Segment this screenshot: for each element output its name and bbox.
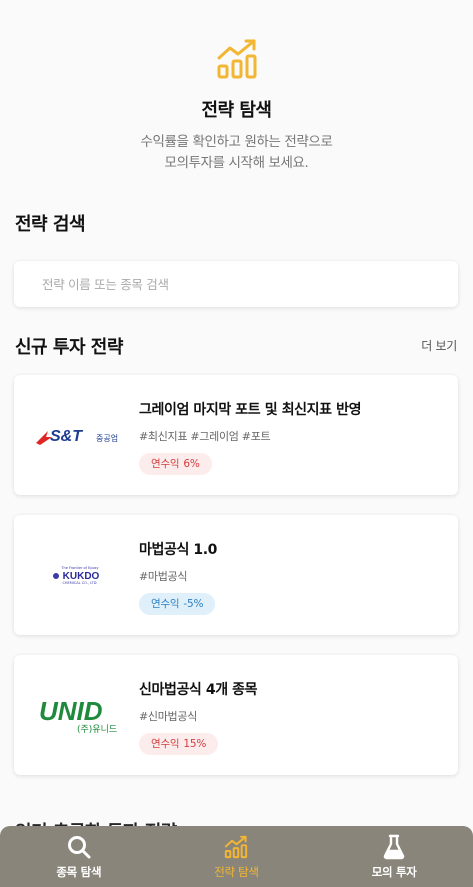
company-logo: The Frontier of Epoxy KUKDO CHEMICAL CO.… — [32, 545, 128, 605]
svg-text:CHEMICAL CO., LTD.: CHEMICAL CO., LTD. — [62, 581, 97, 585]
svg-text:UNID: UNID — [39, 696, 103, 726]
svg-text:The Frontier of Epoxy: The Frontier of Epoxy — [60, 566, 98, 570]
kukdo-logo-image: The Frontier of Epoxy KUKDO CHEMICAL CO.… — [53, 566, 100, 585]
page-title: 전략 탐색 — [201, 100, 272, 121]
chart-growth-icon — [217, 39, 256, 79]
nav-item-mock-invest[interactable]: 모의 투자 — [324, 834, 464, 880]
company-logo: UNID (주)유니드 — [32, 685, 128, 745]
page-subtitle: 수익률을 확인하고 원하는 전략으로 모의투자를 시작해 보세요. — [140, 134, 333, 171]
nav-item-strategy-search[interactable]: 전략 탐색 — [166, 834, 306, 880]
svg-text:S&T: S&T — [50, 428, 83, 445]
company-logo: S&T 중공업 — [32, 405, 128, 465]
strategy-card[interactable]: UNID (주)유니드 신마법공식 4개 종목 #신마법공식 연수익 15% — [14, 655, 458, 775]
flask-icon — [383, 834, 405, 859]
return-badge: 연수익 15% — [139, 733, 219, 755]
nav-label: 모의 투자 — [371, 864, 417, 879]
strategy-card-body: 마법공식 1.0 #마법공식 연수익 -5% — [139, 539, 217, 615]
return-badge: 연수익 6% — [139, 453, 212, 475]
strategy-tags: #최신지표 #그레이엄 #포트 — [139, 430, 271, 443]
strategy-name: 그레이엄 마지막 포트 및 최신지표 반영 — [139, 402, 362, 418]
strategy-card-body: 그레이엄 마지막 포트 및 최신지표 반영 #최신지표 #그레이엄 #포트 연수… — [139, 399, 361, 475]
strategy-name: 마법공식 1.0 — [139, 542, 217, 558]
search-box[interactable] — [14, 261, 458, 307]
search-icon — [67, 835, 91, 858]
search-input[interactable] — [42, 276, 458, 292]
more-link[interactable]: 더 보기 — [421, 337, 457, 354]
return-badge: 연수익 -5% — [139, 593, 216, 615]
strategy-card[interactable]: The Frontier of Epoxy KUKDO CHEMICAL CO.… — [14, 515, 458, 635]
nav-label: 종목 탐색 — [56, 864, 102, 879]
hero-section: 전략 탐색 수익률을 확인하고 원하는 전략으로 모의투자를 시작해 보세요. — [0, 0, 473, 174]
strategy-card-body: 신마법공식 4개 종목 #신마법공식 연수익 15% — [139, 679, 258, 755]
nav-label: 전략 탐색 — [214, 864, 259, 879]
unid-logo-image: UNID (주)유니드 — [39, 696, 117, 735]
search-section-title: 전략 검색 — [15, 214, 86, 235]
bottom-nav: 종목 탐색 전략 탐색 모의 투자 — [0, 826, 473, 887]
svg-text:(주)유니드: (주)유니드 — [77, 724, 117, 735]
strategy-card[interactable]: S&T 중공업 그레이엄 마지막 포트 및 최신지표 반영 #최신지표 #그레이… — [14, 375, 458, 495]
strategy-name: 신마법공식 4개 종목 — [139, 682, 258, 698]
new-strategies-title: 신규 투자 전략 — [15, 337, 123, 358]
strategy-tags: #마법공식 — [139, 570, 188, 583]
nav-item-stock-search[interactable]: 종목 탐색 — [9, 834, 149, 880]
chart-growth-icon — [225, 835, 248, 858]
st-logo-image: S&T 중공업 — [36, 428, 118, 445]
svg-text:중공업: 중공업 — [96, 434, 118, 443]
strategy-tags: #신마법공식 — [139, 710, 198, 723]
